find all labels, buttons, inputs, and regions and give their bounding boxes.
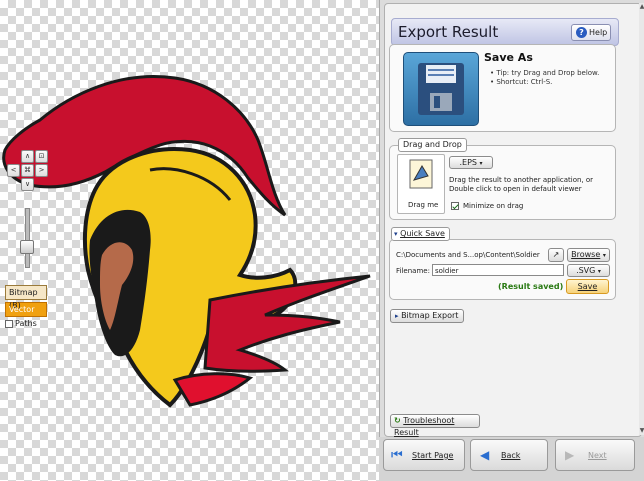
panel-scrollbar[interactable]: ▲ ▼ (639, 3, 644, 435)
canvas-area[interactable]: ∧ ⊡ < ⌘ > ∨ Bitmap (B) Vector (V) Paths (0, 0, 379, 481)
spartan-helmet-image (2, 75, 371, 408)
drag-me-label: Drag me (408, 201, 439, 209)
document-drag-icon (409, 159, 433, 189)
help-button[interactable]: ? Help (571, 24, 611, 41)
vector-mode-button[interactable]: Vector (V) (5, 302, 47, 327)
open-link-icon: ↗ (552, 250, 560, 259)
pan-down-button[interactable]: ∨ (21, 178, 34, 191)
save-button[interactable]: Save (566, 279, 609, 294)
save-format-value: .SVG (576, 266, 596, 275)
floppy-disk-icon[interactable] (403, 52, 479, 126)
next-button[interactable]: ▶ Next (555, 439, 635, 471)
next-arrow-icon: ▶ (565, 448, 575, 462)
pan-right-button[interactable]: > (35, 164, 48, 177)
scroll-down-icon[interactable]: ▼ (639, 427, 644, 435)
save-format-dropdown[interactable]: .SVG ▾ (567, 264, 610, 277)
pan-up-button[interactable]: ∧ (21, 150, 34, 163)
drag-format-dropdown[interactable]: .EPS ▾ (449, 156, 493, 169)
chevron-down-icon: ▾ (597, 268, 601, 275)
start-page-icon: ⏮ (391, 448, 403, 463)
pan-center-button[interactable]: ⌘ (21, 164, 34, 177)
bitmap-mode-button[interactable]: Bitmap (B) (5, 285, 47, 310)
drag-me-tile[interactable]: Drag me (397, 154, 445, 214)
open-folder-button[interactable]: ↗ (548, 248, 564, 262)
quick-save-label: Quick Save (400, 229, 445, 238)
panel-header: Export Result ? Help (391, 18, 619, 46)
back-arrow-icon: ◀ (480, 448, 490, 462)
save-label: Save (577, 282, 598, 291)
next-label: Next (588, 451, 607, 460)
back-button[interactable]: ◀ Back (470, 439, 548, 471)
bitmap-export-button[interactable]: ▸ Bitmap Export (390, 309, 464, 323)
filename-field[interactable]: soldier (432, 264, 564, 276)
collapse-icon: ▾ (394, 230, 398, 238)
save-as-shortcut: • Shortcut: Ctrl-S. (490, 78, 553, 86)
quick-save-toggle[interactable]: ▾ Quick Save (391, 227, 450, 241)
expand-icon: ▸ (395, 312, 399, 320)
quick-save-path: C:\Documents and S...op\Content\Soldier (396, 251, 540, 259)
help-label: Help (589, 28, 608, 37)
minimize-on-drag-checkbox[interactable] (451, 202, 459, 210)
drag-drop-label: Drag and Drop (398, 138, 467, 152)
save-as-title: Save As (484, 51, 533, 64)
paths-label: Paths (15, 319, 37, 328)
zoom-slider-track[interactable] (25, 208, 30, 268)
minimize-on-drag-label: Minimize on drag (463, 202, 524, 210)
browse-button[interactable]: Browse ▾ (567, 248, 610, 262)
drag-format-value: .EPS (459, 158, 477, 167)
chevron-down-icon: ▾ (602, 252, 606, 259)
chevron-down-icon: ▾ (479, 160, 483, 167)
start-page-label: Start Page (412, 451, 454, 460)
scroll-up-icon[interactable]: ▲ (639, 3, 644, 11)
drag-hint-2: Double click to open in default viewer (449, 185, 582, 193)
bitmap-export-label: Bitmap Export (401, 311, 459, 320)
page-title: Export Result (398, 23, 499, 41)
browse-label: Browse (571, 250, 601, 259)
zoom-slider-thumb[interactable] (20, 240, 34, 254)
troubleshoot-button[interactable]: ↻ Troubleshoot Result (390, 414, 480, 437)
save-as-tip: • Tip: try Drag and Drop below. (490, 69, 600, 77)
start-page-button[interactable]: ⏮ Start Page (383, 439, 465, 471)
navigation-pad: ∧ ⊡ < ⌘ > ∨ (7, 150, 49, 194)
pan-left-button[interactable]: < (7, 164, 20, 177)
view-mode-selector: Bitmap (B) Vector (V) Paths (5, 285, 47, 328)
back-label: Back (501, 451, 521, 460)
drag-hint-1: Drag the result to another application, … (449, 176, 594, 184)
refresh-icon: ↻ (394, 416, 401, 425)
filename-label: Filename: (396, 267, 430, 275)
paths-checkbox[interactable] (5, 319, 13, 328)
zoom-fit-button[interactable]: ⊡ (35, 150, 48, 163)
help-icon: ? (576, 27, 587, 38)
save-status: (Result saved) (498, 282, 564, 291)
minimize-on-drag-option[interactable]: Minimize on drag (451, 202, 523, 210)
